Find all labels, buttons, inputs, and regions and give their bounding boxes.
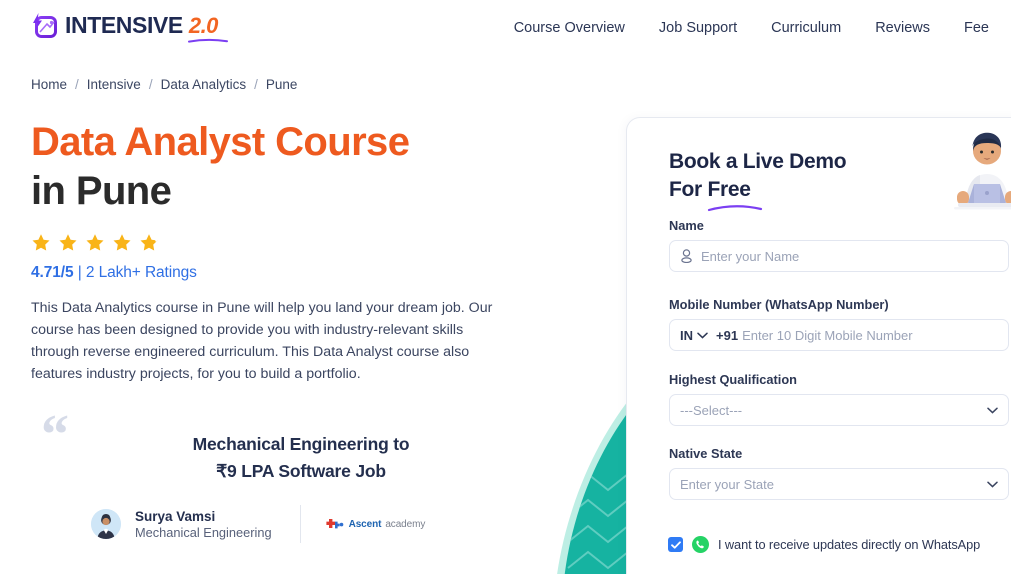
mobile-input[interactable]: IN +91 Enter 10 Digit Mobile Number [669, 319, 1009, 351]
user-icon [681, 249, 692, 263]
quote-icon: “ [41, 404, 69, 466]
testimonial-card: “ Mechanical Engineering to ₹9 LPA Softw… [38, 404, 508, 543]
intensive-logo-icon [30, 11, 58, 39]
breadcrumb-separator: / [148, 77, 153, 92]
nav-item-course-overview[interactable]: Course Overview [514, 20, 625, 36]
nav-item-reviews[interactable]: Reviews [875, 20, 930, 36]
field-mobile-label: Mobile Number (WhatsApp Number) [669, 297, 889, 312]
field-qualification: Highest Qualification ---Select--- [669, 372, 1009, 426]
main-nav: Course Overview Job Support Curriculum R… [514, 20, 989, 36]
avatar [91, 509, 121, 539]
testimonial-person-name: Surya Vamsi [135, 508, 216, 524]
star-icon-partial [140, 234, 158, 251]
page-title-line1: Data Analyst Course [31, 120, 410, 164]
country-code-value: IN [680, 327, 693, 343]
testimonial-footer: Surya Vamsi Mechanical Engineering Ascen… [91, 505, 425, 543]
logo-wordmark: INTENSIVE [65, 11, 183, 38]
breadcrumb-item-data-analytics[interactable]: Data Analytics [161, 77, 247, 92]
hero-description: This Data Analytics course in Pune will … [31, 300, 493, 382]
star-icon [59, 234, 77, 251]
nav-item-job-support[interactable]: Job Support [659, 20, 737, 36]
divider [299, 505, 301, 543]
breadcrumb: Home / Intensive / Data Analytics / Pune [31, 77, 297, 92]
testimonial-line-2: ₹9 LPA Software Job [216, 461, 386, 481]
breadcrumb-separator: / [254, 77, 258, 92]
demo-booking-form: Book a Live Demo For Free Name Enter you… [626, 117, 1011, 574]
field-qualification-label: Highest Qualification [669, 372, 797, 387]
mobile-input-placeholder: Enter 10 Digit Mobile Number [742, 327, 913, 343]
breadcrumb-item-pune[interactable]: Pune [266, 77, 298, 92]
company-logo: Ascent academy [325, 516, 426, 532]
form-heading-line-2: For Free [669, 176, 846, 212]
logo[interactable]: INTENSIVE 2.0 [30, 11, 228, 43]
native-state-value: Enter your State [680, 476, 774, 492]
whatsapp-consent-label: I want to receive updates directly on Wh… [718, 537, 981, 552]
qualification-select[interactable]: ---Select--- [669, 394, 1009, 426]
name-input-placeholder: Enter your Name [701, 248, 800, 264]
company-sub: academy [385, 518, 426, 530]
chevron-down-icon [987, 481, 998, 488]
breadcrumb-separator: / [75, 77, 79, 92]
hero-section: Data Analyst Course in Pune 4.71/5 | 2 L… [31, 118, 591, 385]
rating-summary: 4.71/5 | 2 Lakh+ Ratings [31, 264, 591, 282]
nav-item-curriculum[interactable]: Curriculum [771, 20, 841, 36]
field-name: Name Enter your Name [669, 218, 1009, 272]
page-title-line2: in Pune [31, 169, 172, 213]
star-icon [113, 234, 131, 251]
logo-version: 2.0 [187, 13, 228, 43]
form-heading-line-1: Book a Live Demo [669, 150, 847, 173]
logo-underline-icon [187, 38, 228, 43]
landing-page: INTENSIVE 2.0 Course Overview Job Suppor… [0, 0, 1011, 574]
chevron-down-icon [697, 332, 708, 339]
country-code-selector[interactable]: IN [680, 328, 708, 343]
rating-stars [31, 233, 591, 253]
underline-swoosh-icon [708, 205, 763, 212]
rating-value: 4.71/5 [31, 264, 74, 281]
chevron-down-icon [987, 407, 998, 414]
rating-separator: | [73, 264, 86, 281]
form-heading-highlight: Free [707, 178, 751, 201]
page-title: Data Analyst Course in Pune [31, 118, 591, 216]
testimonial-person: Surya Vamsi Mechanical Engineering [135, 509, 272, 540]
company-name: Ascent [348, 518, 382, 530]
native-state-select[interactable]: Enter your State [669, 468, 1009, 500]
form-heading-highlight-wrap: Free [707, 176, 763, 212]
form-heading-prefix: For [669, 178, 708, 201]
field-native-state-label: Native State [669, 446, 743, 461]
field-native-state: Native State Enter your State [669, 446, 1009, 500]
ascent-academy-icon [325, 519, 343, 529]
star-icon [86, 234, 104, 251]
whatsapp-icon [692, 536, 709, 553]
whatsapp-consent-checkbox[interactable] [668, 537, 683, 552]
testimonial-person-role: Mechanical Engineering [135, 524, 272, 540]
testimonial-line-1: Mechanical Engineering to [192, 434, 410, 454]
check-icon [670, 540, 681, 549]
qualification-select-value: ---Select--- [680, 402, 743, 418]
student-illustration-icon [944, 129, 1011, 215]
breadcrumb-item-home[interactable]: Home [31, 77, 67, 92]
star-icon [32, 234, 50, 251]
field-name-label: Name [669, 218, 704, 233]
site-header: INTENSIVE 2.0 Course Overview Job Suppor… [0, 0, 1011, 58]
whatsapp-consent-row[interactable]: I want to receive updates directly on Wh… [668, 536, 980, 553]
dial-code: +91 [716, 327, 739, 343]
rating-count: 2 Lakh+ Ratings [85, 264, 197, 281]
breadcrumb-item-intensive[interactable]: Intensive [87, 77, 141, 92]
nav-item-fee[interactable]: Fee [964, 20, 989, 36]
testimonial-quote: Mechanical Engineering to ₹9 LPA Softwar… [38, 408, 508, 485]
name-input[interactable]: Enter your Name [669, 240, 1009, 272]
field-mobile: Mobile Number (WhatsApp Number) IN +91 E… [669, 297, 1009, 351]
form-heading: Book a Live Demo For Free [669, 148, 847, 212]
